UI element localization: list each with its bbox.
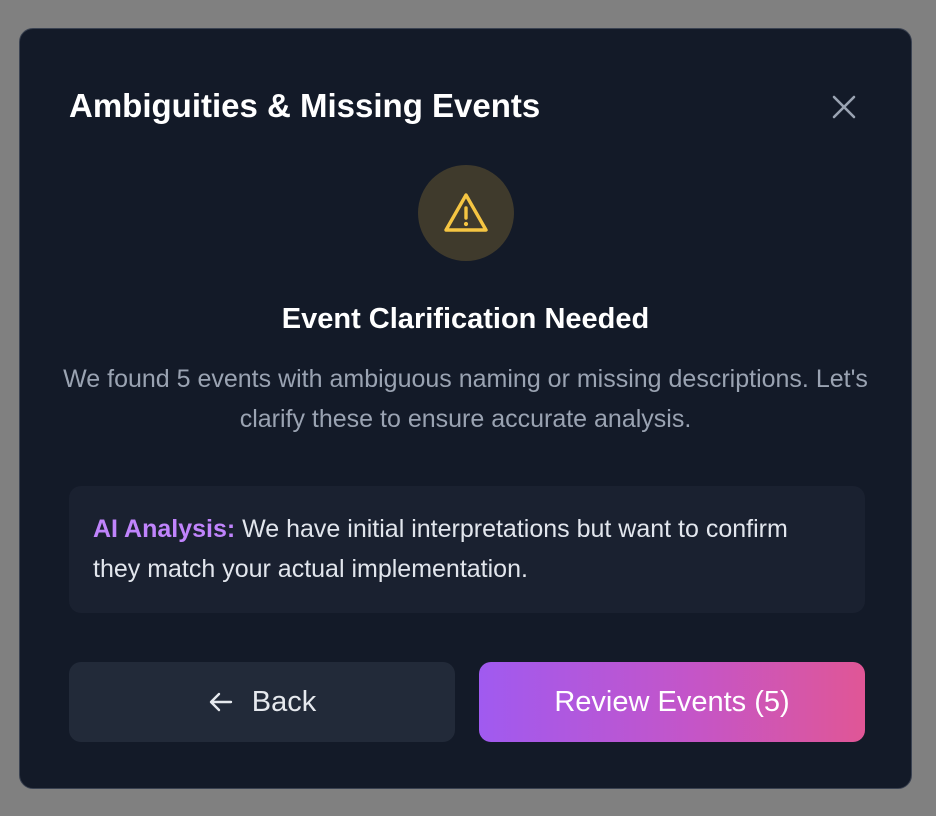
back-button[interactable]: Back — [69, 662, 455, 742]
clarification-dialog: Ambiguities & Missing Events Event Clari… — [19, 28, 912, 789]
back-button-label: Back — [251, 685, 317, 718]
warning-triangle-icon — [444, 193, 488, 232]
dialog-description: We found 5 events with ambiguous naming … — [63, 365, 868, 433]
close-button[interactable] — [826, 89, 862, 125]
dialog-heading: Event Clarification Needed — [281, 303, 650, 335]
ai-analysis-label: AI Analysis: — [93, 515, 236, 543]
ai-analysis-box: AI Analysis: We have initial interpretat… — [69, 486, 865, 613]
warning-badge — [418, 165, 514, 261]
review-events-label: Review Events (5) — [554, 685, 790, 718]
review-events-button[interactable]: Review Events (5) — [479, 662, 865, 742]
close-icon — [832, 95, 856, 119]
arrow-left-icon — [208, 691, 234, 713]
dialog-title: Ambiguities & Missing Events — [69, 87, 541, 124]
